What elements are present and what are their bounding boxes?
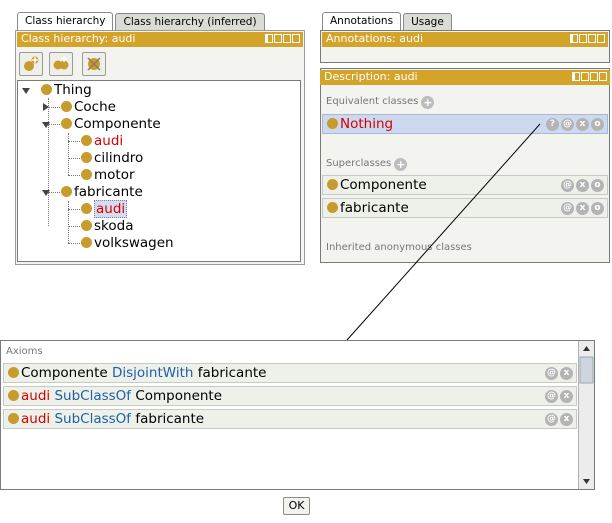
annotate-icon[interactable]: @ [545, 367, 558, 380]
axiom-row[interactable]: audi SubClassOf Componente @ x [3, 386, 577, 406]
ok-button[interactable]: OK [283, 497, 310, 515]
scrollbar-arrows-icon [579, 346, 594, 484]
class-icon [8, 413, 19, 424]
class-icon [8, 390, 19, 401]
axioms-label: Axioms [6, 346, 43, 357]
delete-icon[interactable]: x [560, 413, 573, 426]
class-icon [8, 367, 19, 378]
axiom-row[interactable]: audi SubClassOf fabricante @ x [3, 409, 577, 429]
axiom-row[interactable]: Componente DisjointWith fabricante @ x [3, 363, 577, 383]
delete-icon[interactable]: x [560, 367, 573, 380]
axioms-explanation-panel: Axioms Componente DisjointWith fabricant… [0, 340, 595, 490]
axioms-vertical-scrollbar[interactable] [578, 341, 594, 489]
annotate-icon[interactable]: @ [545, 390, 558, 403]
delete-icon[interactable]: x [560, 390, 573, 403]
annotate-icon[interactable]: @ [545, 413, 558, 426]
